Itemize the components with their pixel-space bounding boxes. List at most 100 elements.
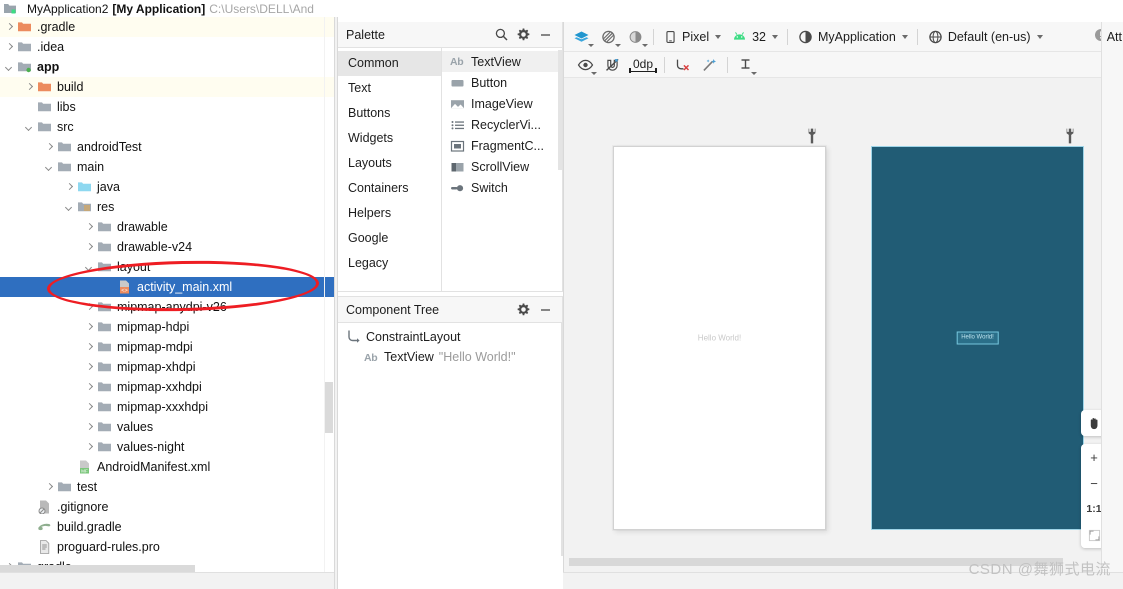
chevron-down-icon[interactable] bbox=[642, 43, 648, 47]
tree-row[interactable]: values-night bbox=[0, 437, 337, 457]
tree-row[interactable]: mipmap-xxxhdpi bbox=[0, 397, 337, 417]
chevron-right-icon[interactable] bbox=[84, 362, 95, 373]
chevron-right-icon[interactable] bbox=[84, 242, 95, 253]
theme-selector[interactable]: MyApplication bbox=[792, 24, 913, 50]
tree-row[interactable]: build bbox=[0, 77, 337, 97]
minimize-icon[interactable] bbox=[534, 299, 556, 321]
tree-row[interactable]: .gradle bbox=[0, 17, 337, 37]
clear-constraints-button[interactable] bbox=[669, 52, 696, 78]
tree-row[interactable]: test bbox=[0, 477, 337, 497]
chevron-down-icon[interactable] bbox=[4, 62, 15, 73]
attributes-panel-strip[interactable] bbox=[1101, 22, 1123, 572]
chevron-down-icon[interactable] bbox=[44, 162, 55, 173]
autoconnect-button[interactable] bbox=[599, 52, 626, 78]
chevron-down-icon[interactable] bbox=[751, 71, 758, 75]
tree-row[interactable]: drawable-v24 bbox=[0, 237, 337, 257]
design-preview[interactable]: Hello World! bbox=[613, 146, 826, 530]
chevron-right-icon[interactable] bbox=[84, 402, 95, 413]
gear-icon[interactable] bbox=[512, 24, 534, 46]
tree-row[interactable]: app bbox=[0, 57, 337, 77]
chevron-down-icon[interactable] bbox=[588, 43, 594, 47]
blueprint-preview[interactable]: Hello World! bbox=[871, 146, 1084, 530]
chevron-down-icon[interactable] bbox=[772, 34, 778, 39]
tree-row[interactable]: layout bbox=[0, 257, 337, 277]
chevron-right-icon[interactable] bbox=[64, 182, 75, 193]
chevron-right-icon[interactable] bbox=[84, 442, 95, 453]
chevron-right-icon[interactable] bbox=[44, 482, 55, 493]
chevron-right-icon[interactable] bbox=[84, 382, 95, 393]
tree-row[interactable]: libs bbox=[0, 97, 337, 117]
palette-category-layouts[interactable]: Layouts bbox=[338, 151, 441, 176]
project-tree-panel[interactable]: .gradle .idea app build libs src androidTest ma… bbox=[0, 17, 337, 572]
project-tree-vertical-scrollbar[interactable] bbox=[325, 382, 333, 433]
tree-row[interactable]: .gitignore bbox=[0, 497, 337, 517]
palette-item-textview[interactable]: Ab TextView bbox=[442, 51, 562, 72]
palette-category-buttons[interactable]: Buttons bbox=[338, 101, 441, 126]
chevron-right-icon[interactable] bbox=[84, 322, 95, 333]
chevron-right-icon[interactable] bbox=[84, 302, 95, 313]
chevron-down-icon[interactable] bbox=[84, 262, 95, 273]
wrench-icon[interactable] bbox=[806, 128, 818, 147]
chevron-down-icon[interactable] bbox=[715, 34, 722, 39]
chevron-right-icon[interactable] bbox=[84, 422, 95, 433]
design-canvas[interactable]: Hello World! Hello World! + − 1:1 bbox=[564, 78, 1123, 572]
baseline-align-button[interactable] bbox=[732, 52, 759, 78]
palette-category-common[interactable]: Common bbox=[338, 51, 441, 76]
palette-item-button[interactable]: Button bbox=[442, 72, 562, 93]
palette-category-helpers[interactable]: Helpers bbox=[338, 201, 441, 226]
tree-row[interactable]: MF AndroidManifest.xml bbox=[0, 457, 337, 477]
project-tree-horizontal-scrollbar[interactable] bbox=[0, 565, 195, 572]
tree-row[interactable]: proguard-rules.pro bbox=[0, 537, 337, 557]
chevron-right-icon[interactable] bbox=[24, 82, 35, 93]
tree-row[interactable]: mipmap-hdpi bbox=[0, 317, 337, 337]
palette-item-recyclervi-[interactable]: RecyclerVi... bbox=[442, 114, 562, 135]
chevron-down-icon[interactable] bbox=[1036, 34, 1043, 39]
tree-row[interactable]: mipmap-anydpi-v26 bbox=[0, 297, 337, 317]
chevron-right-icon[interactable] bbox=[4, 22, 15, 33]
orientation-button[interactable] bbox=[595, 24, 622, 50]
project-tree-vertical-scrollbar-track[interactable] bbox=[324, 17, 334, 572]
tree-row[interactable]: .idea bbox=[0, 37, 337, 57]
tree-row[interactable]: values bbox=[0, 417, 337, 437]
minimize-icon[interactable] bbox=[534, 24, 556, 46]
chevron-down-icon[interactable] bbox=[901, 34, 908, 39]
wrench-icon[interactable] bbox=[1064, 128, 1076, 147]
palette-scrollbar[interactable] bbox=[558, 50, 562, 170]
chevron-down-icon[interactable] bbox=[64, 202, 75, 213]
palette-item-imageview[interactable]: ImageView bbox=[442, 93, 562, 114]
palette-category-widgets[interactable]: Widgets bbox=[338, 126, 441, 151]
design-mode-button[interactable] bbox=[568, 24, 595, 50]
chevron-down-icon[interactable] bbox=[615, 43, 621, 47]
palette-category-list[interactable]: Common Text Buttons Widgets Layouts Container… bbox=[338, 48, 442, 291]
night-mode-button[interactable] bbox=[622, 24, 649, 50]
tree-row[interactable]: androidTest bbox=[0, 137, 337, 157]
tree-row[interactable]: mipmap-xxhdpi bbox=[0, 377, 337, 397]
infer-constraints-button[interactable] bbox=[696, 52, 723, 78]
tree-row[interactable]: src bbox=[0, 117, 337, 137]
chevron-right-icon[interactable] bbox=[84, 222, 95, 233]
tree-row[interactable]: res bbox=[0, 197, 337, 217]
view-options-button[interactable] bbox=[572, 52, 599, 78]
chevron-down-icon[interactable] bbox=[24, 122, 35, 133]
tree-row[interactable]: drawable bbox=[0, 217, 337, 237]
palette-category-containers[interactable]: Containers bbox=[338, 176, 441, 201]
component-tree-node[interactable]: Ab TextView "Hello World!" bbox=[338, 347, 562, 367]
chevron-right-icon[interactable] bbox=[4, 42, 15, 53]
gear-icon[interactable] bbox=[512, 299, 534, 321]
tree-row[interactable]: mipmap-xhdpi bbox=[0, 357, 337, 377]
api-selector[interactable]: 32 bbox=[726, 24, 783, 50]
palette-item-switch[interactable]: Switch bbox=[442, 177, 562, 198]
palette-category-text[interactable]: Text bbox=[338, 76, 441, 101]
palette-item-scrollview[interactable]: ScrollView bbox=[442, 156, 562, 177]
chevron-right-icon[interactable] bbox=[44, 142, 55, 153]
tree-row[interactable]: main bbox=[0, 157, 337, 177]
chevron-right-icon[interactable] bbox=[84, 342, 95, 353]
tree-row[interactable]: mipmap-mdpi bbox=[0, 337, 337, 357]
tree-row[interactable]: build.gradle bbox=[0, 517, 337, 537]
palette-category-google[interactable]: Google bbox=[338, 226, 441, 251]
search-icon[interactable] bbox=[490, 24, 512, 46]
default-margin-button[interactable]: 0dp bbox=[629, 57, 658, 73]
palette-item-list[interactable]: Ab TextView Button ImageView RecyclerVi... Fr… bbox=[442, 48, 562, 291]
component-tree-node[interactable]: ConstraintLayout bbox=[338, 327, 562, 347]
palette-item-fragmentc-[interactable]: FragmentC... bbox=[442, 135, 562, 156]
